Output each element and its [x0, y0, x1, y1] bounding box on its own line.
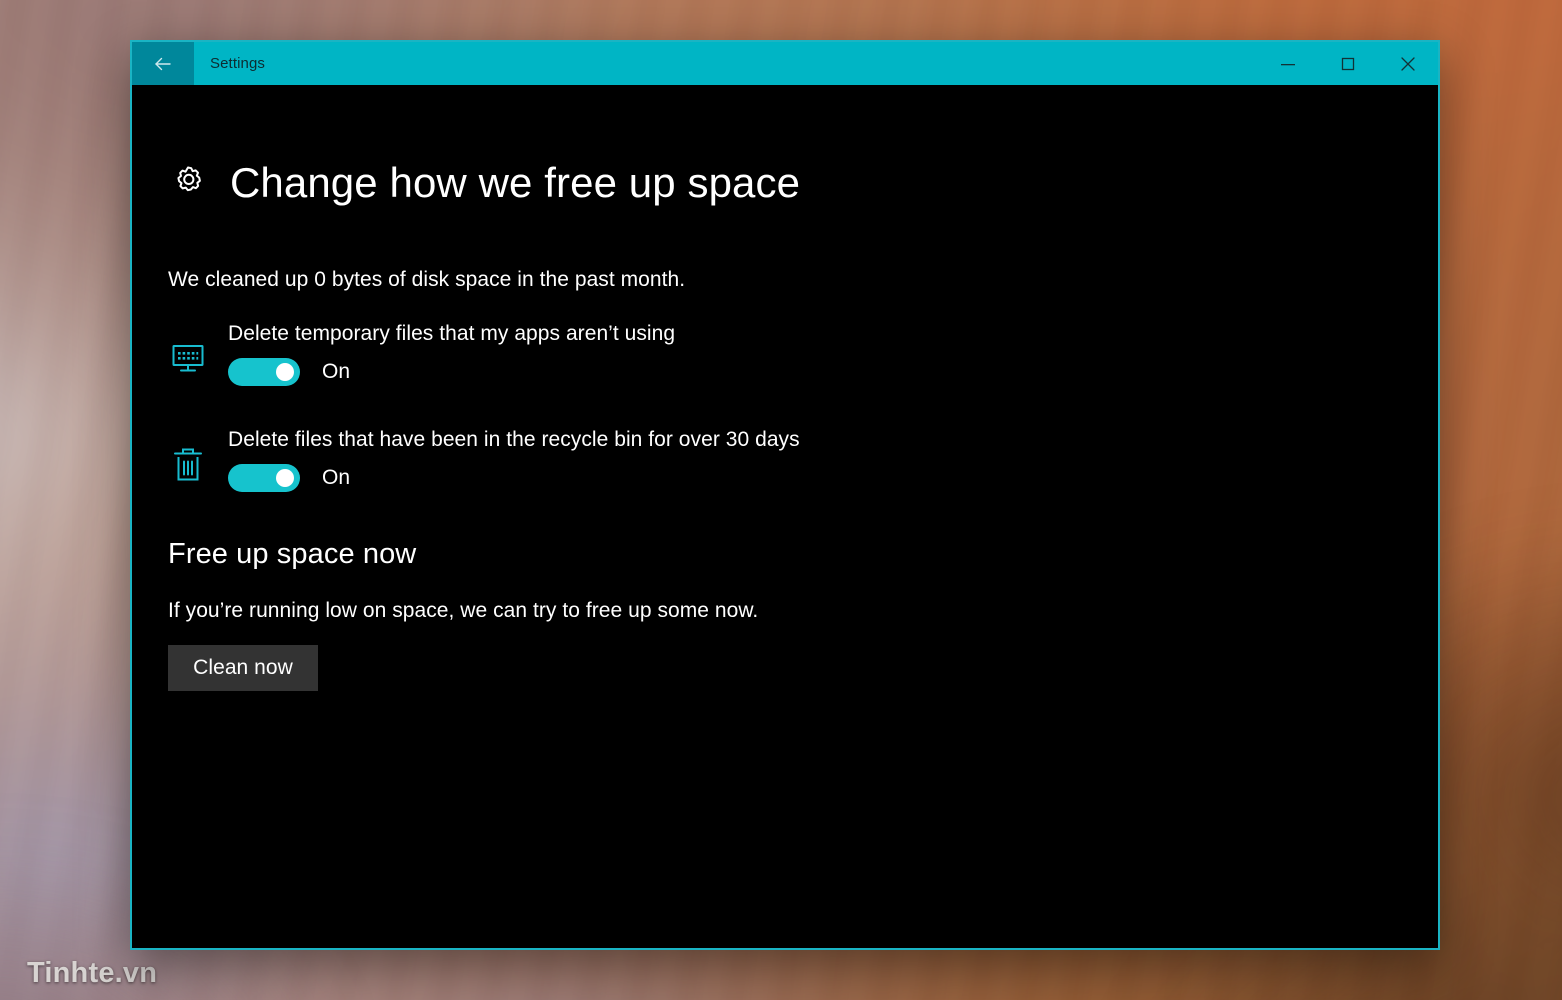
toggle-recycle-bin[interactable] — [228, 464, 300, 493]
setting-body: Delete files that have been in the recyc… — [228, 428, 800, 493]
toggle-knob — [276, 469, 294, 488]
cleanup-summary-text: We cleaned up 0 bytes of disk space in t… — [168, 268, 686, 292]
recycle-bin-trash-icon — [170, 446, 206, 492]
section-description: If you’re running low on space, we can t… — [168, 599, 759, 623]
settings-page-content: Change how we free up space We cleaned u… — [132, 85, 1438, 692]
toggle-knob — [276, 363, 294, 382]
close-button[interactable] — [1378, 42, 1438, 85]
back-arrow-icon — [150, 51, 176, 77]
window-controls — [1258, 42, 1438, 85]
maximize-button[interactable] — [1318, 42, 1378, 85]
maximize-icon — [1337, 53, 1359, 75]
minimize-button[interactable] — [1258, 42, 1318, 85]
window-titlebar[interactable]: Settings — [132, 42, 1438, 85]
page-header: Change how we free up space — [168, 134, 1438, 232]
setting-body: Delete temporary files that my apps aren… — [228, 322, 676, 387]
setting-icon-wrap — [168, 428, 208, 492]
toggle-line: On — [228, 464, 800, 493]
watermark-text: Tinhte.vn — [27, 957, 158, 989]
toggle-state-recycle-bin: On — [322, 466, 351, 490]
setting-label-temp-files: Delete temporary files that my apps aren… — [228, 322, 676, 346]
monitor-temp-files-icon — [170, 340, 206, 386]
toggle-state-temp-files: On — [322, 360, 351, 384]
desktop-background: Tinhte.vn Settings Change how we free up… — [0, 0, 1562, 1000]
section-heading-free-up-space: Free up space now — [168, 538, 417, 571]
setting-row-temp-files: Delete temporary files that my apps aren… — [168, 322, 1438, 387]
back-button[interactable] — [132, 42, 194, 85]
setting-row-recycle-bin: Delete files that have been in the recyc… — [168, 428, 1438, 493]
setting-icon-wrap — [168, 322, 208, 386]
minimize-icon — [1277, 53, 1299, 75]
close-icon — [1397, 53, 1419, 75]
toggle-temp-files[interactable] — [228, 358, 300, 387]
clean-now-button[interactable]: Clean now — [168, 645, 318, 692]
settings-window: Settings Change how we free up space We … — [130, 40, 1440, 950]
window-title: Settings — [210, 55, 265, 72]
setting-label-recycle-bin: Delete files that have been in the recyc… — [228, 428, 800, 452]
gear-icon — [168, 161, 208, 206]
page-title: Change how we free up space — [230, 159, 801, 207]
toggle-line: On — [228, 358, 675, 387]
